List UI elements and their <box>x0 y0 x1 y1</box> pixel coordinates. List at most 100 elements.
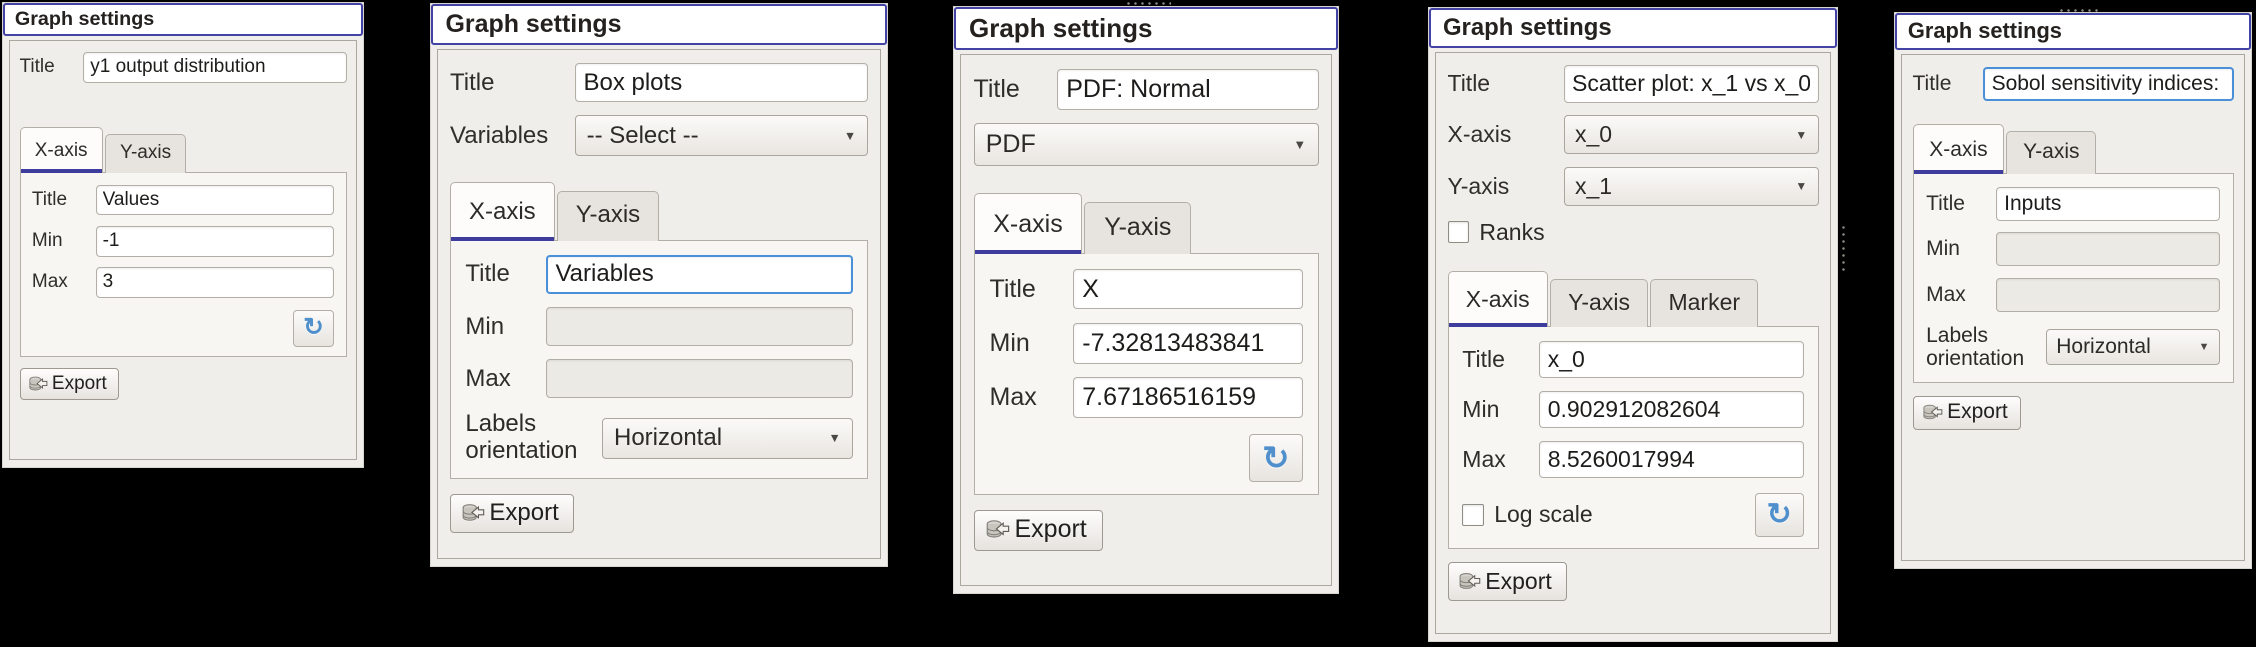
panel-header: Graph settings <box>3 3 363 37</box>
tab-x-axis[interactable]: X-axis <box>19 127 103 174</box>
panel-body: Title Variables -- Select -- ▼ X-axis Y-… <box>437 48 881 559</box>
labels-orientation-dropdown[interactable]: Horizontal ▼ <box>602 417 853 459</box>
labels-orientation-label: Labels orientation <box>465 410 578 465</box>
tab-x-axis[interactable]: X-axis <box>973 193 1083 254</box>
graph-title-input[interactable] <box>83 51 347 83</box>
axis-max-label: Max <box>989 383 1037 412</box>
graph-title-label: Title <box>1447 70 1491 97</box>
export-button[interactable]: Export <box>450 493 575 534</box>
panel-header: Graph settings <box>1429 8 1837 48</box>
tab-x-axis[interactable]: X-axis <box>1447 270 1548 327</box>
tab-marker[interactable]: Marker <box>1650 278 1759 327</box>
export-button-label: Export <box>1014 515 1087 544</box>
graph-title-label: Title <box>1912 71 1952 95</box>
panel-body: Title PDF ▼ X-axis Y-axis Title Min Max <box>960 54 1332 586</box>
export-database-icon <box>462 504 484 521</box>
graph-title-input[interactable] <box>1057 69 1319 110</box>
graph-settings-panel-pdf: Graph settings Title PDF ▼ X-axis Y-axis… <box>953 6 1339 594</box>
axis-max-input[interactable] <box>1073 377 1303 418</box>
labels-orientation-row: Labels orientation Horizontal ▼ <box>1926 324 2220 371</box>
tab-y-axis[interactable]: Y-axis <box>556 190 660 241</box>
tab-x-axis[interactable]: X-axis <box>1912 123 2005 175</box>
refresh-axis-button[interactable]: ↻ <box>1754 492 1804 538</box>
export-button-label: Export <box>1485 567 1552 594</box>
labels-orientation-value: Horizontal <box>2056 335 2151 359</box>
axis-max-label: Max <box>465 364 511 392</box>
refresh-axis-button[interactable]: ↻ <box>293 310 335 348</box>
axis-max-row: Max <box>1926 277 2220 312</box>
tab-y-axis[interactable]: Y-axis <box>1084 201 1192 254</box>
tab-y-axis[interactable]: Y-axis <box>104 133 187 174</box>
export-button[interactable]: Export <box>1912 395 2022 431</box>
refresh-icon: ↻ <box>303 314 324 342</box>
axis-title-label: Title <box>1462 345 1505 372</box>
axis-min-input[interactable] <box>1073 323 1303 364</box>
panel-body: Title X-axis x_0 ▼ Y-axis x_1 ▼ Ranks X-… <box>1435 51 1831 634</box>
xaxis-variable-value: x_0 <box>1574 121 1613 148</box>
ranks-checkbox[interactable] <box>1447 221 1470 243</box>
export-button[interactable]: Export <box>19 368 120 400</box>
axis-min-label: Min <box>1462 395 1500 422</box>
chevron-down-icon: ▼ <box>843 128 857 143</box>
axis-title-label: Title <box>1926 191 1965 215</box>
axis-settings-box: Title Min Max ↻ <box>19 172 347 357</box>
labels-orientation-value: Horizontal <box>613 424 723 452</box>
axis-title-input[interactable] <box>95 184 335 216</box>
pane-resize-handle[interactable] <box>2058 8 2100 13</box>
axis-settings-box: Title Min Max Log scale ↻ <box>1447 325 1819 549</box>
graph-title-input[interactable] <box>574 63 868 103</box>
axis-title-label: Title <box>31 189 68 211</box>
axis-max-input-disabled <box>545 359 853 399</box>
yaxis-variable-row: Y-axis x_1 ▼ <box>1448 166 1819 206</box>
axis-min-input[interactable] <box>1539 390 1804 428</box>
variables-dropdown[interactable]: -- Select -- ▼ <box>574 115 868 157</box>
axis-title-label: Title <box>465 260 510 288</box>
pane-resize-handle[interactable] <box>1125 1 1171 6</box>
axis-max-input[interactable] <box>1539 440 1804 478</box>
xaxis-variable-label: X-axis <box>1447 121 1512 148</box>
axis-min-input-disabled <box>545 307 853 346</box>
axis-settings-box: Title Min Max Labels orientation Horizon… <box>450 239 868 480</box>
axis-title-input[interactable] <box>1073 268 1303 310</box>
graph-title-row: Title <box>19 51 347 83</box>
ranks-row: Ranks <box>1447 219 1819 246</box>
graph-title-input-focused[interactable] <box>1982 66 2234 101</box>
axis-min-input[interactable] <box>95 225 335 257</box>
export-button[interactable]: Export <box>973 509 1103 551</box>
chevron-down-icon: ▼ <box>1795 127 1808 142</box>
panel-body: Title X-axis Y-axis Title Min Max Labels… <box>1901 53 2245 561</box>
axis-tabs: X-axis Y-axis <box>1912 123 2234 175</box>
export-button[interactable]: Export <box>1447 562 1567 601</box>
tab-y-axis[interactable]: Y-axis <box>2006 130 2097 175</box>
refresh-axis-button[interactable]: ↻ <box>1249 434 1303 483</box>
graph-title-row: Title <box>450 63 868 103</box>
xaxis-variable-dropdown[interactable]: x_0 ▼ <box>1563 115 1819 155</box>
axis-title-input[interactable] <box>1539 340 1804 378</box>
export-button-label: Export <box>1947 400 2008 424</box>
graph-settings-panel-boxplots: Graph settings Title Variables -- Select… <box>430 3 888 567</box>
axis-max-input-disabled <box>1996 277 2220 312</box>
log-scale-checkbox[interactable] <box>1462 504 1484 526</box>
variables-row: Variables -- Select -- ▼ <box>450 115 868 157</box>
panel-body: Title X-axis Y-axis Title Min Max ↻ <box>9 40 357 460</box>
axis-title-input-focused[interactable] <box>545 255 853 294</box>
axis-max-input[interactable] <box>95 267 335 298</box>
tab-x-axis[interactable]: X-axis <box>450 182 555 241</box>
log-scale-label: Log scale <box>1494 501 1593 528</box>
axis-title-input[interactable] <box>1996 186 2220 221</box>
axis-min-row: Min <box>990 323 1303 364</box>
export-button-label: Export <box>489 498 559 526</box>
refresh-row: ↻ <box>990 434 1303 483</box>
graph-title-label: Title <box>19 56 55 78</box>
axis-title-row: Title <box>465 255 853 294</box>
chevron-down-icon: ▼ <box>1795 179 1808 194</box>
yaxis-variable-dropdown[interactable]: x_1 ▼ <box>1563 166 1819 206</box>
tab-y-axis[interactable]: Y-axis <box>1549 278 1649 327</box>
graph-title-label: Title <box>450 68 495 96</box>
plot-type-dropdown[interactable]: PDF ▼ <box>973 123 1319 166</box>
axis-max-row: Max <box>990 377 1303 418</box>
labels-orientation-dropdown[interactable]: Horizontal ▼ <box>2045 329 2220 365</box>
yaxis-variable-value: x_1 <box>1574 172 1613 199</box>
pane-resize-handle[interactable] <box>1841 224 1846 272</box>
graph-title-input[interactable] <box>1563 65 1819 103</box>
